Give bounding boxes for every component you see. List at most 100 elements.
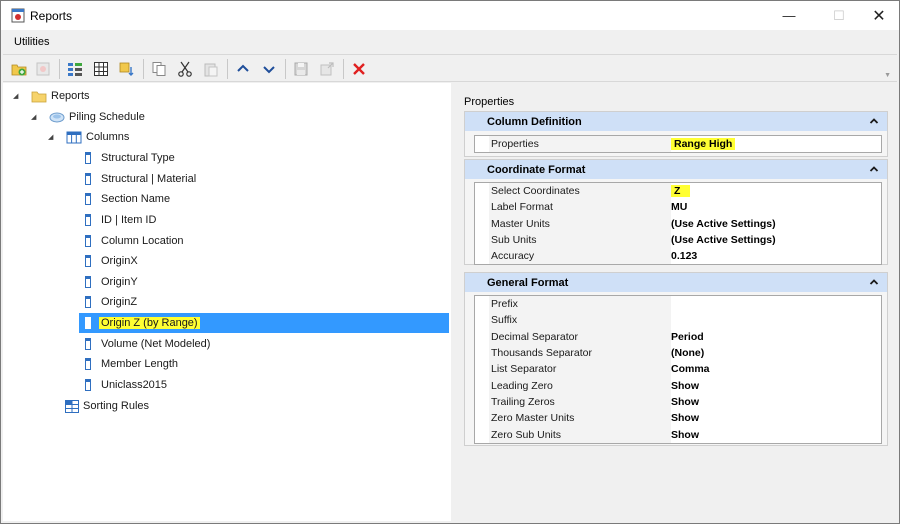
property-value[interactable]: (None)	[671, 347, 704, 359]
property-row[interactable]: Zero Master Units Show	[475, 410, 881, 427]
property-row[interactable]: Properties Range High	[475, 136, 881, 153]
tree-item-column[interactable]: Structural | Material	[85, 169, 196, 189]
maximize-button[interactable]: ☐	[817, 1, 861, 30]
toolbar: ▼	[3, 54, 897, 82]
tree-item-column[interactable]: Uniclass2015	[85, 375, 167, 395]
property-name: Suffix	[491, 314, 518, 327]
section-coordinate-format: Coordinate Format Select Coordinates Z L…	[464, 159, 888, 266]
property-value[interactable]: Show	[671, 412, 699, 424]
tree-item-piling-schedule[interactable]: ◢ Piling Schedule	[31, 107, 145, 127]
column-item-icon	[85, 338, 91, 350]
table-icon	[94, 62, 108, 76]
collapse-chevron-icon[interactable]	[869, 164, 879, 174]
property-value[interactable]: Comma	[671, 363, 710, 375]
sort-button[interactable]	[117, 59, 137, 79]
property-row[interactable]: Thousands Separator (None)	[475, 344, 881, 362]
property-row[interactable]: Sub Units (Use Active Settings)	[475, 231, 881, 249]
tree-label-column: Volume (Net Modeled)	[101, 338, 211, 350]
property-name: Leading Zero	[491, 379, 553, 392]
export-button[interactable]	[317, 59, 337, 79]
property-value[interactable]: Period	[671, 331, 704, 343]
new-report-icon	[11, 64, 27, 76]
tree-item-column[interactable]: Structural Type	[85, 148, 175, 168]
new-report-button[interactable]	[9, 59, 29, 79]
tree-item-sorting-rules[interactable]: Sorting Rules	[65, 396, 149, 416]
collapse-arrow-icon[interactable]: ◢	[31, 113, 39, 121]
property-row[interactable]: Master Units (Use Active Settings)	[475, 215, 881, 232]
tree-label-piling-schedule: Piling Schedule	[69, 111, 145, 123]
section-title: Coordinate Format	[487, 163, 586, 176]
property-row[interactable]: Decimal Separator Period	[475, 328, 881, 345]
tree-item-column[interactable]: ID | Item ID	[85, 210, 156, 230]
property-row[interactable]: List Separator Comma	[475, 361, 881, 378]
tree-label-column: Column Location	[101, 235, 184, 247]
section-header-coordinate-format[interactable]: Coordinate Format	[465, 160, 887, 179]
property-value[interactable]: MU	[671, 201, 687, 213]
tree-item-column[interactable]: Member Length	[85, 354, 178, 374]
add-column-button[interactable]	[65, 59, 85, 79]
move-up-button[interactable]	[233, 59, 253, 79]
collapse-arrow-icon[interactable]: ◢	[13, 92, 21, 100]
property-row[interactable]: Leading Zero Show	[475, 377, 881, 394]
table-button[interactable]	[91, 59, 111, 79]
copy-button[interactable]	[149, 59, 169, 79]
copy-icon	[152, 62, 166, 76]
section-title: Column Definition	[487, 115, 582, 128]
sort-icon	[119, 62, 134, 76]
tree-item-column[interactable]: Column Location	[85, 231, 184, 251]
disabled-action-button[interactable]	[33, 59, 53, 79]
property-value[interactable]: (Use Active Settings)	[671, 218, 776, 230]
property-value[interactable]: Show	[671, 429, 699, 441]
property-value[interactable]: Range High	[671, 138, 736, 151]
property-value[interactable]: Show	[671, 396, 699, 408]
property-row[interactable]: Zero Sub Units Show	[475, 426, 881, 443]
delete-icon	[353, 63, 365, 75]
property-value[interactable]: 0.123	[671, 250, 697, 262]
collapse-chevron-icon[interactable]	[869, 116, 879, 126]
window-title: Reports	[30, 9, 73, 23]
tree-label-reports: Reports	[51, 90, 90, 102]
tree-label-column: Section Name	[101, 193, 171, 205]
property-name: Accuracy	[491, 250, 535, 263]
move-down-button[interactable]	[259, 59, 279, 79]
collapse-arrow-icon[interactable]: ◢	[48, 133, 56, 141]
section-header-column-definition[interactable]: Column Definition	[465, 112, 887, 131]
paste-button[interactable]	[201, 59, 221, 79]
toolbar-overflow-icon[interactable]: ▼	[884, 72, 891, 79]
column-item-icon	[85, 214, 91, 226]
column-item-icon	[85, 173, 91, 185]
property-value[interactable]: Z	[671, 185, 691, 198]
collapse-chevron-icon[interactable]	[869, 277, 879, 287]
section-header-general-format[interactable]: General Format	[465, 273, 887, 292]
tree-label-column: OriginX	[101, 255, 138, 267]
tree-item-reports[interactable]: ◢ Reports	[13, 86, 90, 106]
property-value[interactable]: (Use Active Settings)	[671, 234, 776, 246]
property-row[interactable]: Trailing Zeros Show	[475, 393, 881, 411]
minimize-button[interactable]: —	[767, 1, 811, 30]
tree-item-column[interactable]: Volume (Net Modeled)	[85, 334, 210, 354]
disabled-icon	[36, 62, 50, 76]
save-button[interactable]	[291, 59, 311, 79]
section-general-format: General Format Prefix Suffix Decimal Sep…	[464, 272, 888, 446]
tree-item-column-selected-content[interactable]: Origin Z (by Range)	[85, 313, 200, 333]
tree-item-column[interactable]: Section Name	[85, 189, 170, 209]
menu-utilities[interactable]: Utilities	[14, 36, 49, 48]
tree-label-column-selected: Origin Z (by Range)	[99, 317, 200, 329]
property-row[interactable]: Suffix	[475, 312, 881, 329]
title-bar[interactable]: Reports — ☐ ✕	[1, 1, 899, 30]
property-name: Thousands Separator	[491, 347, 592, 360]
tree-item-column[interactable]: OriginX	[85, 251, 138, 271]
close-button[interactable]: ✕	[857, 1, 900, 30]
tree-item-column[interactable]: OriginZ	[85, 292, 137, 312]
property-row[interactable]: Label Format MU	[475, 199, 881, 216]
cut-button[interactable]	[175, 59, 195, 79]
property-value[interactable]: Show	[671, 380, 699, 392]
tree-item-column[interactable]: OriginY	[85, 272, 138, 292]
property-row[interactable]: Prefix	[475, 296, 881, 313]
delete-button[interactable]	[349, 59, 369, 79]
paste-icon	[204, 63, 218, 77]
property-row[interactable]: Accuracy 0.123	[475, 248, 881, 265]
property-row[interactable]: Select Coordinates Z	[475, 183, 881, 200]
tree-label-column: OriginY	[101, 276, 138, 288]
tree-item-columns[interactable]: ◢ Columns	[48, 127, 129, 147]
